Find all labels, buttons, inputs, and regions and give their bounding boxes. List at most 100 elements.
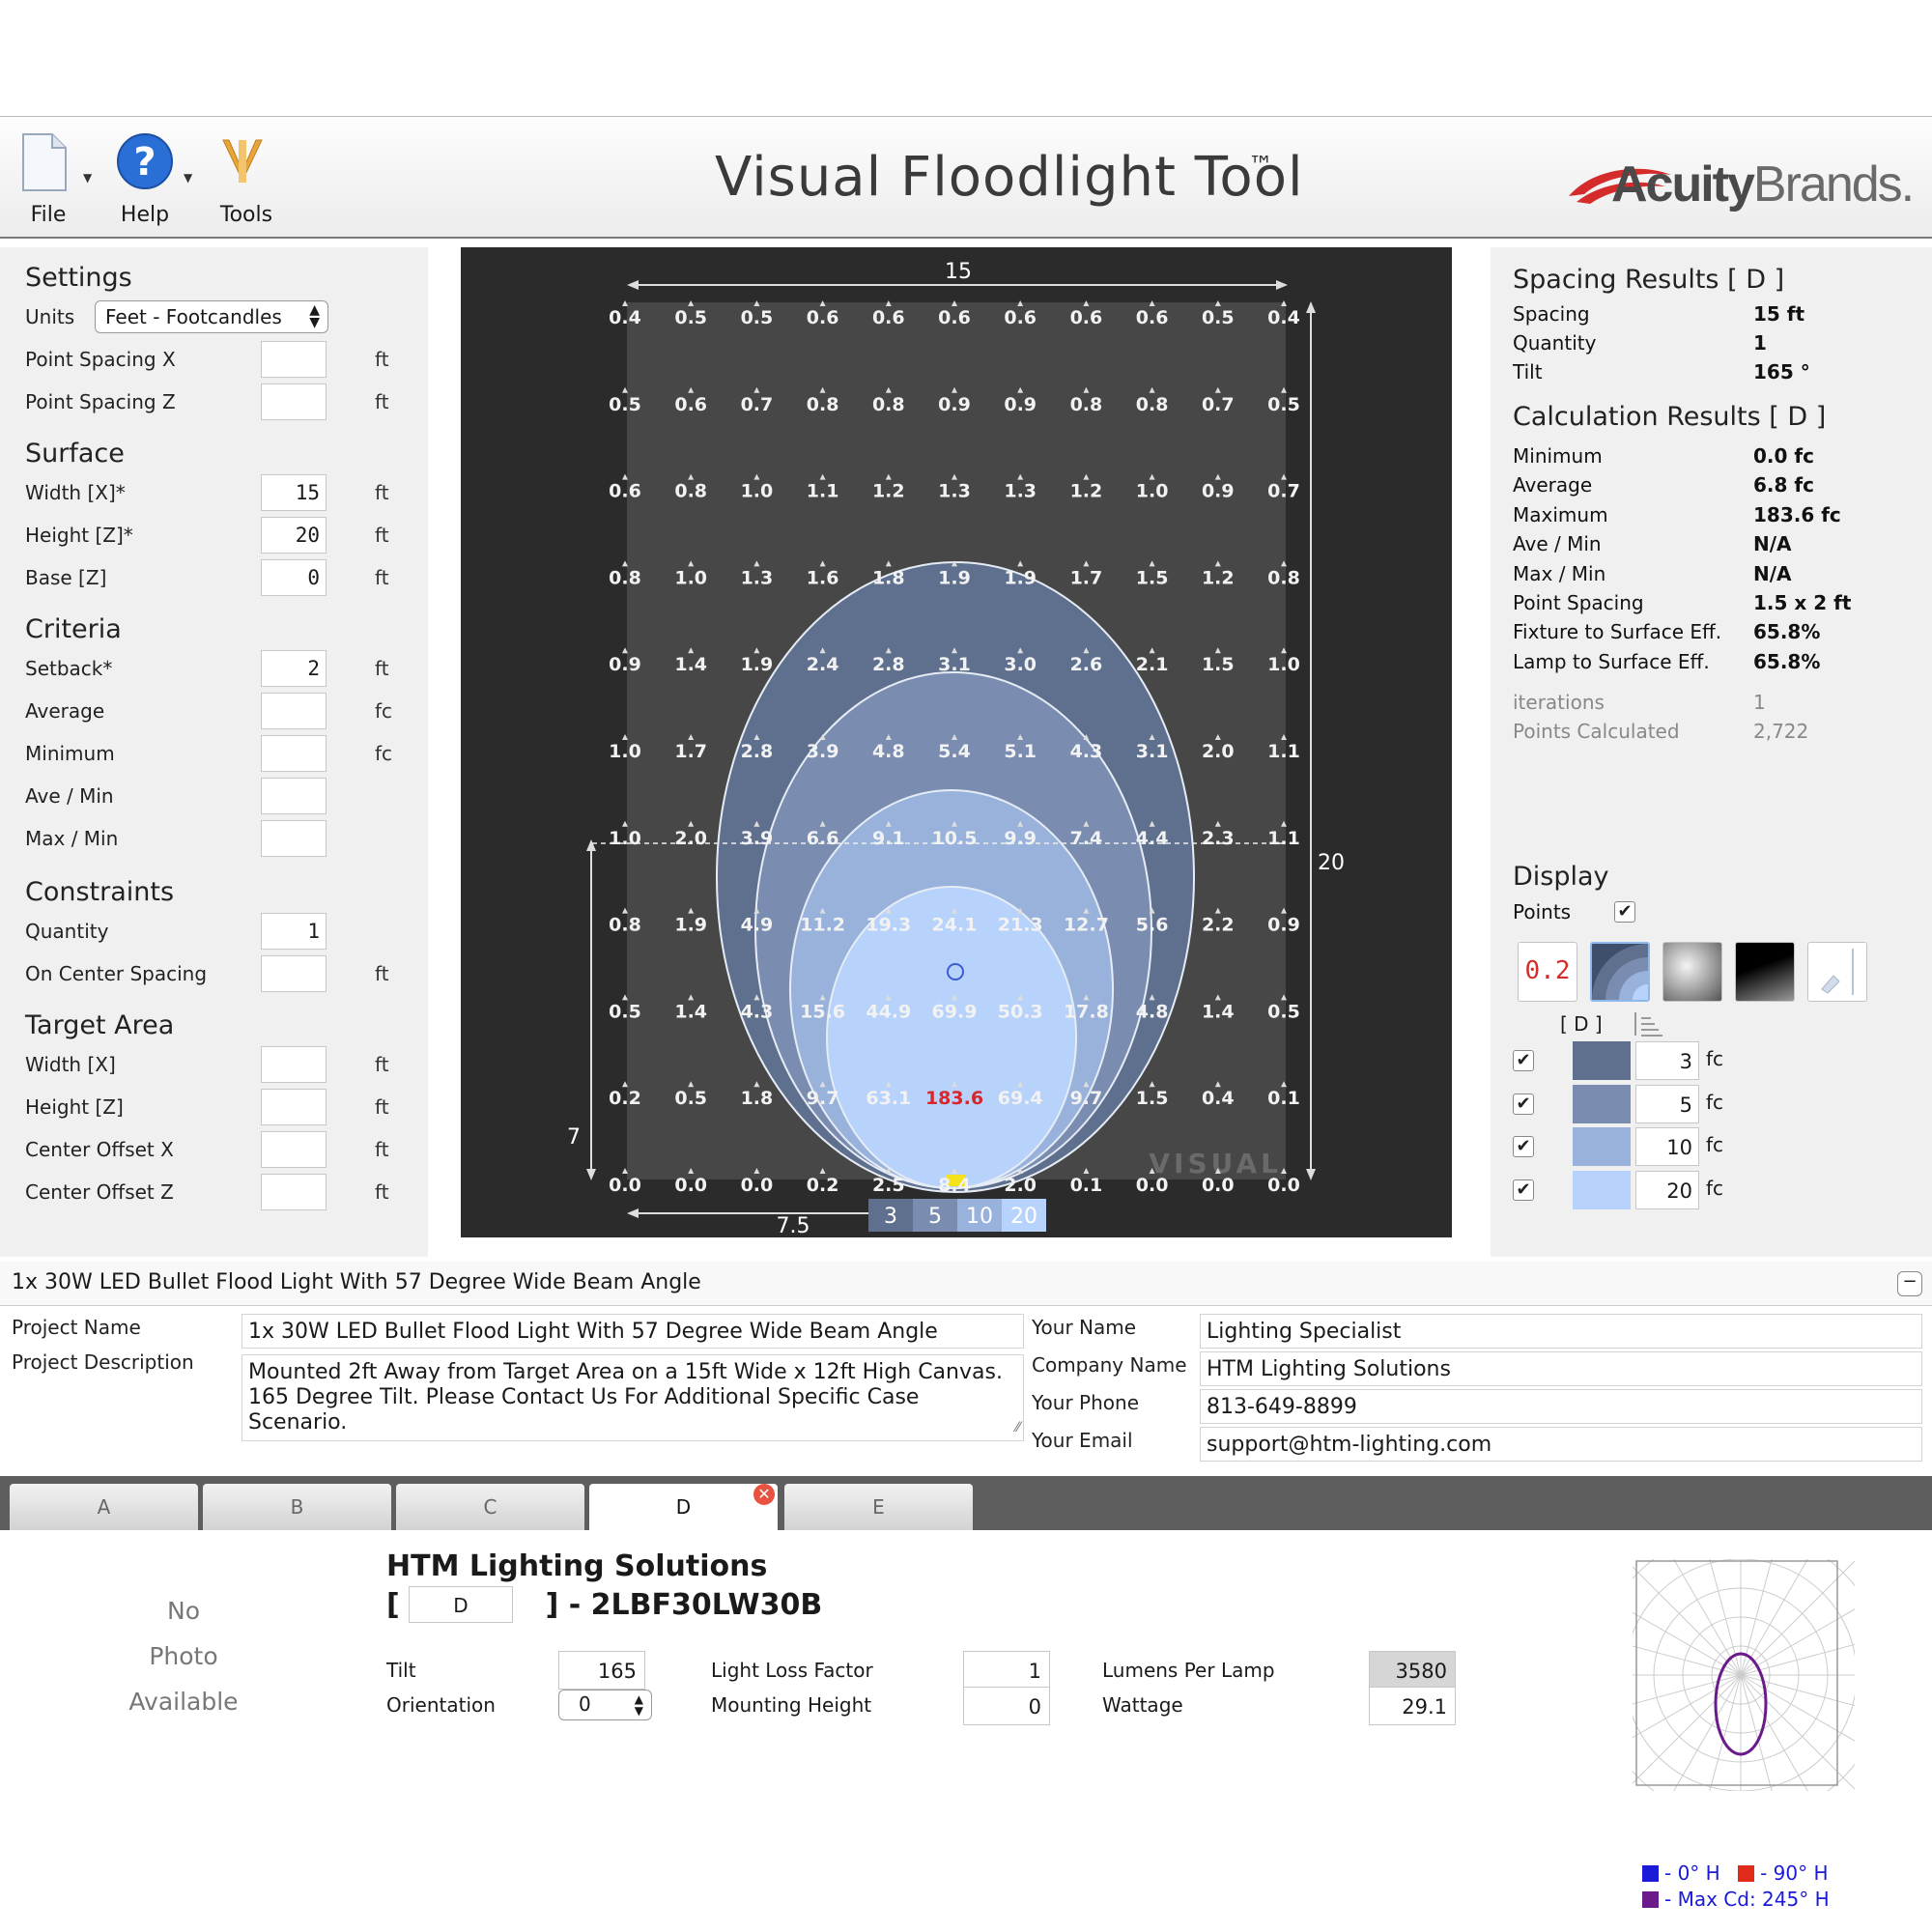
- max-min-input[interactable]: [261, 820, 327, 857]
- setback-input[interactable]: 2: [261, 650, 327, 687]
- grid-value: 2.0: [1004, 1175, 1037, 1196]
- grid-value: 1.9: [674, 915, 707, 936]
- ave-min-label: Ave / Min: [25, 784, 114, 808]
- level-checkbox[interactable]: ✔: [1513, 1136, 1534, 1157]
- grid-value: 1.7: [1070, 567, 1103, 588]
- fixture-tab-input[interactable]: D: [409, 1586, 513, 1623]
- tab-c[interactable]: C: [396, 1484, 584, 1530]
- no-photo-text: Available: [128, 1688, 239, 1716]
- grid-value: 0.6: [1070, 307, 1103, 328]
- your-email-input[interactable]: support@htm-lighting.com: [1200, 1427, 1922, 1462]
- your-phone-input[interactable]: 813-649-8899: [1200, 1389, 1922, 1424]
- level-unit: fc: [1706, 1133, 1724, 1156]
- grid-value: 5.6: [1136, 915, 1169, 936]
- surface-base-input[interactable]: 0: [261, 559, 327, 596]
- photometric-polar-plot[interactable]: [1633, 1559, 1855, 1791]
- grid-value: 0.8: [609, 567, 641, 588]
- surface-width-input[interactable]: 15: [261, 474, 327, 511]
- grid-value: 12.7: [1064, 915, 1109, 936]
- mounting-height-label: Mounting Height: [711, 1693, 872, 1717]
- tab-a[interactable]: A: [10, 1484, 198, 1530]
- gradient-view-button[interactable]: [1662, 942, 1722, 1002]
- grid-value: 2.8: [872, 654, 905, 675]
- arrow-left-icon: [627, 280, 639, 290]
- illuminance-plot[interactable]: 15 20 7 7.5 VISUAL 0.4 0.5 0.5 0.6 0.6 0.6 0.6…: [461, 247, 1452, 1238]
- help-button[interactable]: ? Help: [97, 127, 193, 233]
- constraints-heading: Constraints: [25, 877, 175, 907]
- grid-value: 1.2: [1070, 481, 1103, 502]
- level-checkbox[interactable]: ✔: [1513, 1093, 1534, 1115]
- quantity-input[interactable]: 1: [261, 913, 327, 950]
- center-offset-x-input[interactable]: [261, 1131, 327, 1168]
- tilt-result-value: 165 °: [1753, 360, 1810, 384]
- target-height-input[interactable]: [261, 1089, 327, 1125]
- level-value-input[interactable]: 20: [1635, 1170, 1699, 1209]
- isolux-contours-button[interactable]: [1590, 942, 1650, 1002]
- grid-value: 0.0: [1267, 1175, 1300, 1196]
- file-icon: [22, 133, 67, 191]
- fixture-tilt-input[interactable]: 165: [558, 1651, 645, 1690]
- grid-value: 0.8: [807, 394, 839, 415]
- tab-e[interactable]: E: [784, 1484, 973, 1530]
- project-panel: Project Name 1x 30W LED Bullet Flood Lig…: [0, 1306, 1932, 1476]
- render-view-button[interactable]: [1735, 942, 1795, 1002]
- orientation-select[interactable]: 0 ▲ ▼: [558, 1690, 652, 1720]
- surface-height-input[interactable]: 20: [261, 517, 327, 554]
- on-center-spacing-input[interactable]: [261, 955, 327, 992]
- level-color-swatch[interactable]: [1573, 1127, 1631, 1166]
- level-color-swatch[interactable]: [1573, 1170, 1631, 1209]
- mounting-height-input[interactable]: 0: [963, 1687, 1050, 1725]
- company-name-input[interactable]: HTM Lighting Solutions: [1200, 1351, 1922, 1386]
- unit-label: fc: [375, 699, 393, 723]
- point-spacing-x-input[interactable]: [261, 341, 327, 378]
- your-phone-label: Your Phone: [1032, 1391, 1140, 1414]
- level-value-input[interactable]: 5: [1635, 1084, 1699, 1123]
- points-checkbox[interactable]: ✔: [1614, 901, 1635, 923]
- project-description-input[interactable]: Mounted 2ft Away from Target Area on a 1…: [242, 1354, 1024, 1441]
- fixture-photo-placeholder: No Photo Available: [97, 1588, 270, 1724]
- file-dropdown-icon[interactable]: ▼: [83, 171, 92, 185]
- collapse-button[interactable]: −: [1897, 1271, 1922, 1296]
- point-spacing-z-input[interactable]: [261, 384, 327, 420]
- grid-value: 0.6: [938, 307, 971, 328]
- units-select[interactable]: Feet - Footcandles ▲ ▼: [95, 300, 328, 333]
- points-toggle-label: Points: [1513, 900, 1572, 923]
- show-values-button[interactable]: 0.2: [1518, 942, 1577, 1002]
- grid-value: 2.0: [674, 828, 707, 849]
- level-color-swatch[interactable]: [1573, 1084, 1631, 1123]
- tools-button[interactable]: Tools: [198, 127, 295, 233]
- center-offset-z-input[interactable]: [261, 1174, 327, 1210]
- close-tab-icon[interactable]: ✕: [753, 1484, 775, 1505]
- level-value-input[interactable]: 3: [1635, 1041, 1699, 1080]
- file-button[interactable]: File: [0, 127, 97, 233]
- grid-value: 50.3: [998, 1001, 1043, 1022]
- level-checkbox[interactable]: ✔: [1513, 1050, 1534, 1071]
- level-value-input[interactable]: 10: [1635, 1127, 1699, 1166]
- light-loss-factor-input[interactable]: 1: [963, 1651, 1050, 1690]
- average-input[interactable]: [261, 693, 327, 729]
- level-color-swatch[interactable]: [1573, 1041, 1631, 1080]
- surface-height-label: Height [Z]*: [25, 524, 133, 547]
- minimum-input[interactable]: [261, 735, 327, 772]
- grid-value: 1.3: [938, 481, 971, 502]
- project-panel-header[interactable]: 1x 30W LED Bullet Flood Light With 57 De…: [0, 1262, 1932, 1306]
- target-width-input[interactable]: [261, 1046, 327, 1083]
- resize-grip-icon[interactable]: ⁄⁄: [1015, 1415, 1020, 1440]
- level-checkbox[interactable]: ✔: [1513, 1179, 1534, 1201]
- your-name-input[interactable]: Lighting Specialist: [1200, 1314, 1922, 1349]
- units-value: Feet - Footcandles: [105, 305, 282, 328]
- project-name-input[interactable]: 1x 30W LED Bullet Flood Light With 57 De…: [242, 1314, 1024, 1349]
- grid-value: 15.6: [800, 1001, 845, 1022]
- calc-result-label: Point Spacing: [1513, 591, 1644, 614]
- tab-b[interactable]: B: [203, 1484, 391, 1530]
- ave-min-input[interactable]: [261, 778, 327, 814]
- your-name-label: Your Name: [1032, 1316, 1137, 1339]
- isolux-level-row: ✔ 5 fc: [1513, 1084, 1803, 1125]
- help-dropdown-icon[interactable]: ▼: [184, 171, 192, 185]
- grid-value: 0.2: [609, 1088, 641, 1109]
- sort-levels-icon[interactable]: [1630, 1010, 1664, 1039]
- grid-value: 1.0: [674, 567, 707, 588]
- center-offset-z-label: Center Offset Z: [25, 1180, 174, 1204]
- fixture-view-button[interactable]: [1807, 942, 1867, 1002]
- tab-d[interactable]: D: [589, 1484, 778, 1532]
